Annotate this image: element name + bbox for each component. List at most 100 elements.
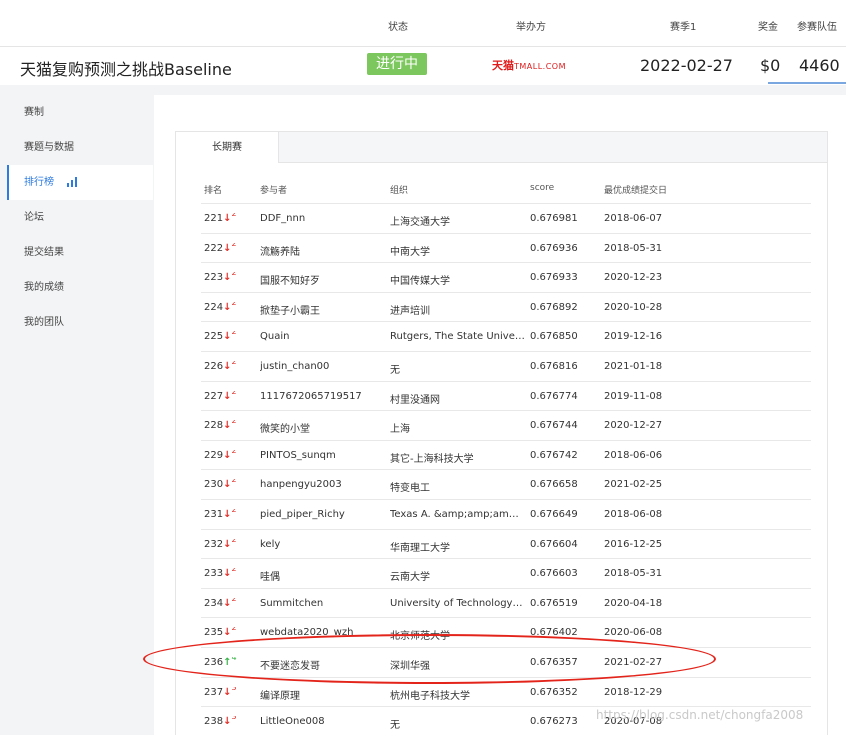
rank-cell: 227↓2 — [204, 391, 259, 402]
rank-change: 2 — [231, 597, 237, 603]
sidebar-item-label: 赛制 — [24, 107, 44, 118]
org-cell: 上海交通大学 — [390, 217, 450, 228]
participant-cell: kely — [260, 538, 281, 550]
status-column-label: 状态 — [388, 22, 408, 33]
score-cell: 0.676273 — [530, 716, 578, 728]
org-cell: 其它-上海科技大学 — [390, 453, 474, 465]
date-cell: 2020-12-23 — [604, 272, 663, 284]
participant-cell: 流觞养陆 — [260, 246, 300, 258]
rank-number: 233 — [204, 568, 224, 580]
date-cell: 2020-04-18 — [604, 597, 663, 609]
date-cell: 2018-06-07 — [604, 213, 663, 224]
rank-cell: 226↓2 — [204, 361, 259, 372]
rank-change: 2 — [231, 479, 237, 485]
score-cell: 0.676519 — [530, 597, 578, 609]
header-rank: 排名 — [204, 186, 223, 196]
rank-cell: 224↓2 — [204, 302, 259, 313]
tmall-logo: 天猫TMALL.COM — [492, 57, 566, 73]
participant-cell: PINTOS_sunqm — [260, 449, 336, 461]
participant-cell: pied_piper_Richy — [260, 509, 345, 520]
rank-change: 2 — [231, 449, 237, 455]
date-cell: 2018-05-31 — [604, 568, 663, 580]
rank-number: 238 — [204, 716, 224, 728]
date-cell: 2016-12-25 — [604, 538, 663, 550]
table-row: 229↓2 PINTOS_sunqm 其它-上海科技大学 0.676742 2018-0… — [201, 439, 811, 470]
participant-cell: justin_chan00 — [260, 361, 330, 372]
participant-cell: 1117672065719517 — [260, 390, 362, 402]
org-cell: 华南理工大学 — [390, 542, 450, 554]
sidebar-item-my-team[interactable]: 我的团队 — [7, 305, 153, 340]
sidebar-item-format[interactable]: 赛制 — [7, 95, 153, 130]
score-cell: 0.676816 — [530, 361, 578, 372]
organizer-column-label: 举办方 — [516, 22, 546, 33]
date-cell: 2018-12-29 — [604, 686, 663, 698]
score-cell: 0.676649 — [530, 509, 578, 520]
sidebar-item-problem-data[interactable]: 赛题与数据 — [7, 130, 153, 165]
score-cell: 0.676936 — [530, 242, 578, 254]
rank-number: 234 — [204, 597, 224, 609]
rank-change: 2 — [231, 213, 237, 218]
rank-number: 227 — [204, 390, 224, 402]
rank-cell: 221↓2 — [204, 213, 259, 224]
sidebar-item-forum[interactable]: 论坛 — [7, 200, 153, 235]
participant-cell: 掀垫子小霸王 — [260, 305, 320, 317]
season-column-label: 赛季1 — [670, 22, 697, 33]
rank-number: 235 — [204, 627, 224, 639]
date-cell: 2018-05-31 — [604, 242, 663, 254]
table-row: 222↓2 流觞养陆 中南大学 0.676936 2018-05-31 — [201, 232, 811, 263]
org-cell: 无 — [390, 365, 400, 376]
rank-number: 223 — [204, 272, 224, 284]
rank-cell: 232↓2 — [204, 539, 259, 550]
rank-change: 2 — [231, 331, 237, 337]
table-row: 223↓2 国服不知好歹 中国传媒大学 0.676933 2020-12-23 — [201, 262, 811, 292]
score-cell: 0.676352 — [530, 686, 578, 698]
sidebar-item-label: 提交结果 — [24, 247, 64, 258]
rank-change: 2 — [231, 538, 237, 544]
competition-header: 天猫复购预测之挑战Baseline 进行中 天猫TMALL.COM 2022-0… — [0, 47, 846, 84]
rank-cell: 237↓3 — [204, 687, 259, 698]
sidebar-item-my-score[interactable]: 我的成绩 — [7, 270, 153, 305]
score-cell: 0.676658 — [530, 479, 578, 491]
date-cell: 2018-06-06 — [604, 449, 663, 461]
table-row: 227↓2 1117672065719517 村里没通网 0.676774 2019-1… — [201, 380, 811, 411]
rank-number: 229 — [204, 449, 224, 461]
teams-column-label: 参赛队伍 — [797, 22, 837, 33]
participant-cell: 微笑的小堂 — [260, 424, 310, 436]
org-cell: 村里没通网 — [390, 394, 440, 406]
logo-text-en: TMALL.COM — [514, 62, 567, 71]
org-cell: 云南大学 — [390, 572, 430, 584]
org-cell: 中国传媒大学 — [390, 276, 450, 288]
sidebar-item-label: 赛题与数据 — [24, 142, 74, 153]
table-row: 230↓2 hanpengyu2003 特变电工 0.676658 2021-02-25 — [201, 469, 811, 499]
sidebar: 赛制 赛题与数据 排行榜 论坛 提交结果 我的成绩 我的团队 — [7, 95, 153, 340]
participant-cell: 编译原理 — [260, 690, 300, 702]
date-cell: 2021-01-18 — [604, 361, 663, 372]
table-row: 234↓2 Summitchen University of Technology,… — [201, 587, 811, 618]
participant-cell: DDF_nnn — [260, 213, 306, 224]
sidebar-item-leaderboard[interactable]: 排行榜 — [7, 165, 153, 200]
participant-cell: Quain — [260, 331, 290, 343]
participant-cell: 哇偶 — [260, 572, 280, 584]
score-cell: 0.676892 — [530, 301, 578, 313]
rank-change: 3 — [231, 686, 237, 692]
logo-text-cn: 天猫 — [492, 59, 514, 72]
header-labels: 状态 举办方 赛季1 奖金 参赛队伍 — [0, 0, 846, 47]
teams-underline — [768, 82, 846, 84]
prize-value: $0 — [760, 56, 781, 75]
score-cell: 0.676850 — [530, 331, 578, 343]
date-cell: 2021-02-25 — [604, 479, 663, 491]
table-row: 231↓2 pied_piper_Richy Texas A. &amp;amp;a… — [201, 499, 811, 529]
score-cell: 0.676774 — [530, 390, 578, 402]
annotation-circle — [143, 634, 716, 684]
date-cell: 2020-10-28 — [604, 301, 663, 313]
rank-cell: 228↓2 — [204, 420, 259, 431]
rank-number: 224 — [204, 301, 224, 313]
rank-number: 232 — [204, 538, 224, 550]
rank-number: 237 — [204, 686, 224, 698]
tab-long-term[interactable]: 长期赛 — [175, 131, 279, 163]
score-cell: 0.676933 — [530, 272, 578, 284]
sidebar-item-submit[interactable]: 提交结果 — [7, 235, 153, 270]
sidebar-item-label: 论坛 — [24, 212, 44, 223]
score-cell: 0.676981 — [530, 213, 578, 224]
org-cell: 杭州电子科技大学 — [390, 690, 470, 702]
